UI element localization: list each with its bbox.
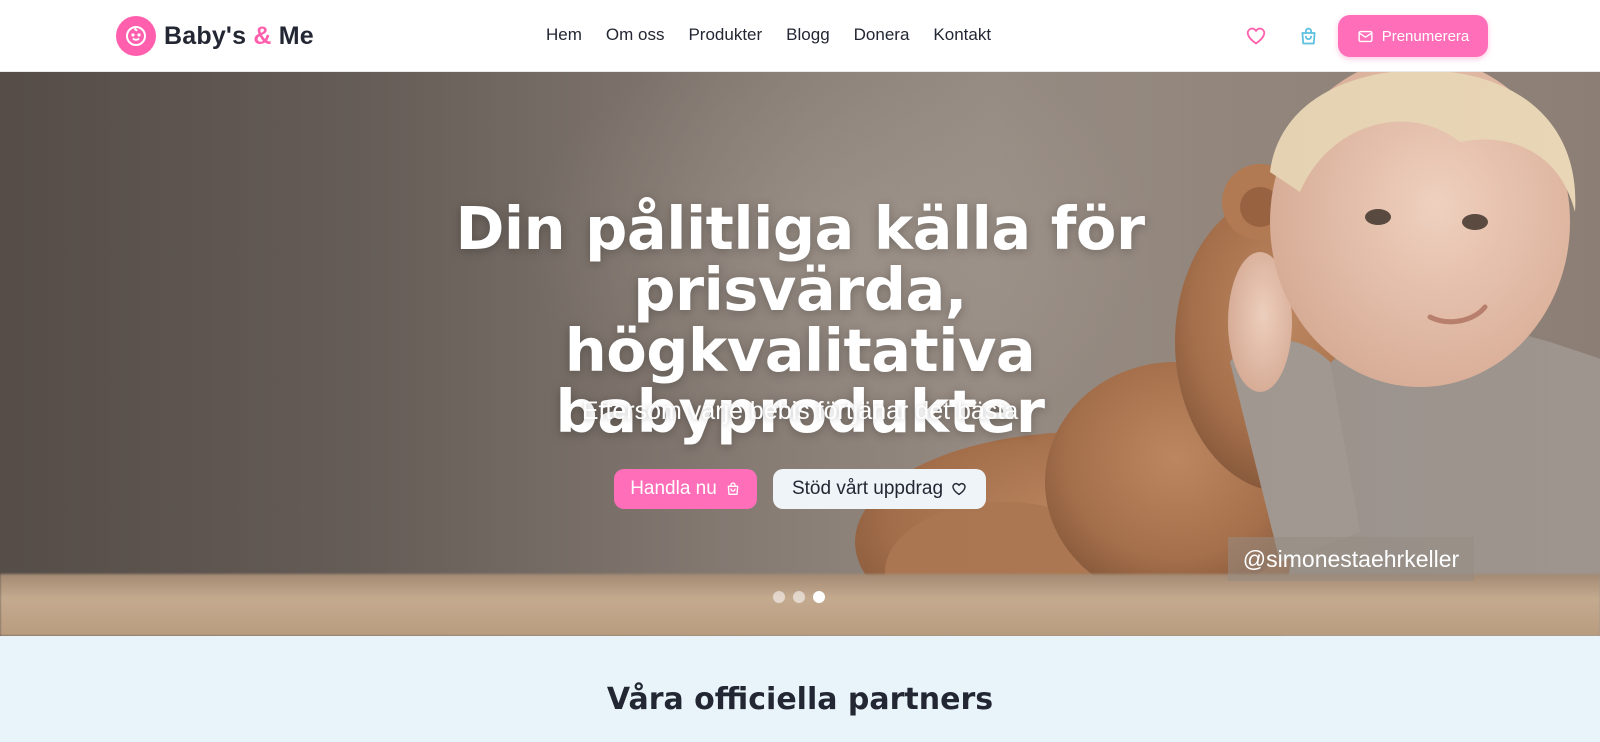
nav-item-om-oss[interactable]: Om oss <box>606 25 665 45</box>
hero-table-surface <box>0 574 1600 636</box>
carousel-dot-3[interactable] <box>813 591 825 603</box>
carousel-dot-1[interactable] <box>773 591 785 603</box>
hero-subtitle: Eftersom varje bebis förtjänar det bästa <box>581 397 1019 425</box>
heart-icon <box>951 481 967 497</box>
brand-logo-link[interactable]: Baby's & Me <box>116 16 314 56</box>
brand-name-part1: Baby's <box>164 21 254 50</box>
main-nav: Hem Om oss Produkter Blogg Donera Kontak… <box>546 25 991 45</box>
brand-name-part2: Me <box>271 21 314 50</box>
shop-now-button[interactable]: Handla nu <box>614 469 757 509</box>
hero-title-line-2: prisvärda, högkvalitativa <box>564 255 1036 385</box>
support-mission-button[interactable]: Stöd vårt uppdrag <box>773 469 986 509</box>
cart-button[interactable] <box>1292 20 1324 52</box>
nav-item-blogg[interactable]: Blogg <box>786 25 829 45</box>
shop-now-label: Handla nu <box>630 478 717 499</box>
brand-name: Baby's & Me <box>164 22 314 51</box>
site-header: Baby's & Me Hem Om oss Produkter Blogg D… <box>0 0 1600 72</box>
favorites-button[interactable] <box>1240 20 1272 52</box>
baby-face-icon <box>116 16 156 56</box>
partners-title: Våra officiella partners <box>606 682 994 717</box>
mail-icon <box>1357 28 1374 45</box>
subscribe-label: Prenumerera <box>1381 27 1470 45</box>
hero-carousel: Din pålitliga källa för prisvärda, högkv… <box>0 72 1600 636</box>
partners-section: Våra officiella partners <box>0 636 1600 742</box>
carousel-dot-2[interactable] <box>793 591 805 603</box>
shopping-bag-icon <box>725 481 741 497</box>
nav-item-hem[interactable]: Hem <box>546 25 582 45</box>
nav-item-produkter[interactable]: Produkter <box>688 25 762 45</box>
brand-name-ampersand: & <box>253 21 272 50</box>
nav-item-donera[interactable]: Donera <box>854 25 910 45</box>
support-mission-label: Stöd vårt uppdrag <box>791 478 944 499</box>
carousel-indicators <box>773 591 825 603</box>
hero-title-line-1: Din pålitliga källa för <box>455 194 1145 263</box>
heart-icon <box>1246 27 1266 45</box>
shopping-bag-icon <box>1301 27 1315 44</box>
subscribe-button[interactable]: Prenumerera <box>1338 15 1488 57</box>
nav-item-kontakt[interactable]: Kontakt <box>933 25 991 45</box>
photo-credit: @simonestaehrkeller <box>1228 537 1474 581</box>
